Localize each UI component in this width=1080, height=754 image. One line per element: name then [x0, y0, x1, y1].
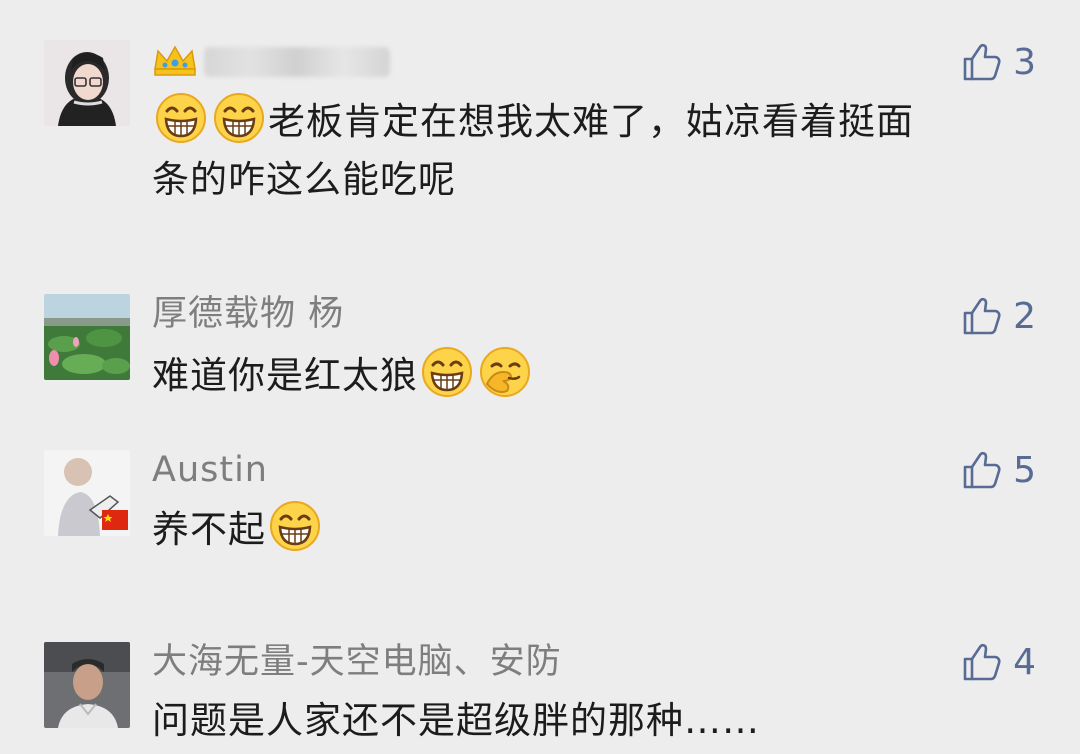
comment-text: 问题是人家还不是超级胖的那种……: [152, 692, 1032, 750]
like-button[interactable]: 5: [961, 446, 1036, 494]
facepalm-emoji: [479, 346, 531, 398]
like-count: 2: [1013, 295, 1036, 337]
grin-emoji: [269, 500, 321, 552]
comment-text: 难道你是红太狼: [152, 346, 1032, 405]
thumbs-up-icon: [961, 295, 1003, 337]
comment-text-body: 养不起: [152, 508, 266, 551]
like-count: 3: [1013, 41, 1036, 83]
like-button[interactable]: 2: [961, 292, 1036, 340]
thumbs-up-icon: [961, 641, 1003, 683]
man-in-car-avatar: [44, 642, 130, 728]
comment-text-body: 难道你是红太狼: [152, 354, 418, 397]
like-button[interactable]: 3: [961, 38, 1036, 86]
lotus-pond-avatar: [44, 294, 130, 380]
crown-icon: [152, 43, 198, 77]
avatar[interactable]: [44, 40, 130, 126]
comment-text-body: 问题是人家还不是超级胖的那种……: [152, 699, 760, 742]
comment-text: 养不起: [152, 500, 1032, 559]
grin-emoji: [421, 346, 473, 398]
grin-emoji: [155, 92, 207, 144]
comment-text: 老板肯定在想我太难了，姑凉看着挺面 条的咋这么能吃呢: [152, 92, 1032, 209]
comment-text-line-2: 条的咋这么能吃呢: [152, 158, 456, 201]
like-button[interactable]: 4: [961, 638, 1036, 686]
grin-emoji: [213, 92, 265, 144]
comment-1: 3 老板肯定在想我太难了，姑凉看着挺面 条的咋这么能吃呢: [0, 0, 1080, 250]
like-count: 5: [1013, 449, 1036, 491]
like-count: 4: [1013, 641, 1036, 683]
child-with-flag-avatar: [44, 450, 130, 536]
anime-girl-avatar: [44, 40, 130, 126]
commenter-name[interactable]: [152, 40, 390, 84]
commenter-name[interactable]: Austin: [152, 448, 268, 492]
commenter-name[interactable]: 厚德载物 杨: [152, 292, 344, 336]
commenter-name[interactable]: 大海无量-天空电脑、安防: [152, 640, 562, 684]
blurred-name: [204, 47, 390, 77]
thumbs-up-icon: [961, 41, 1003, 83]
avatar[interactable]: [44, 450, 130, 536]
thumbs-up-icon: [961, 449, 1003, 491]
comment-text-line-1: 老板肯定在想我太难了，姑凉看着挺面: [268, 100, 914, 143]
avatar[interactable]: [44, 642, 130, 728]
avatar[interactable]: [44, 294, 130, 380]
